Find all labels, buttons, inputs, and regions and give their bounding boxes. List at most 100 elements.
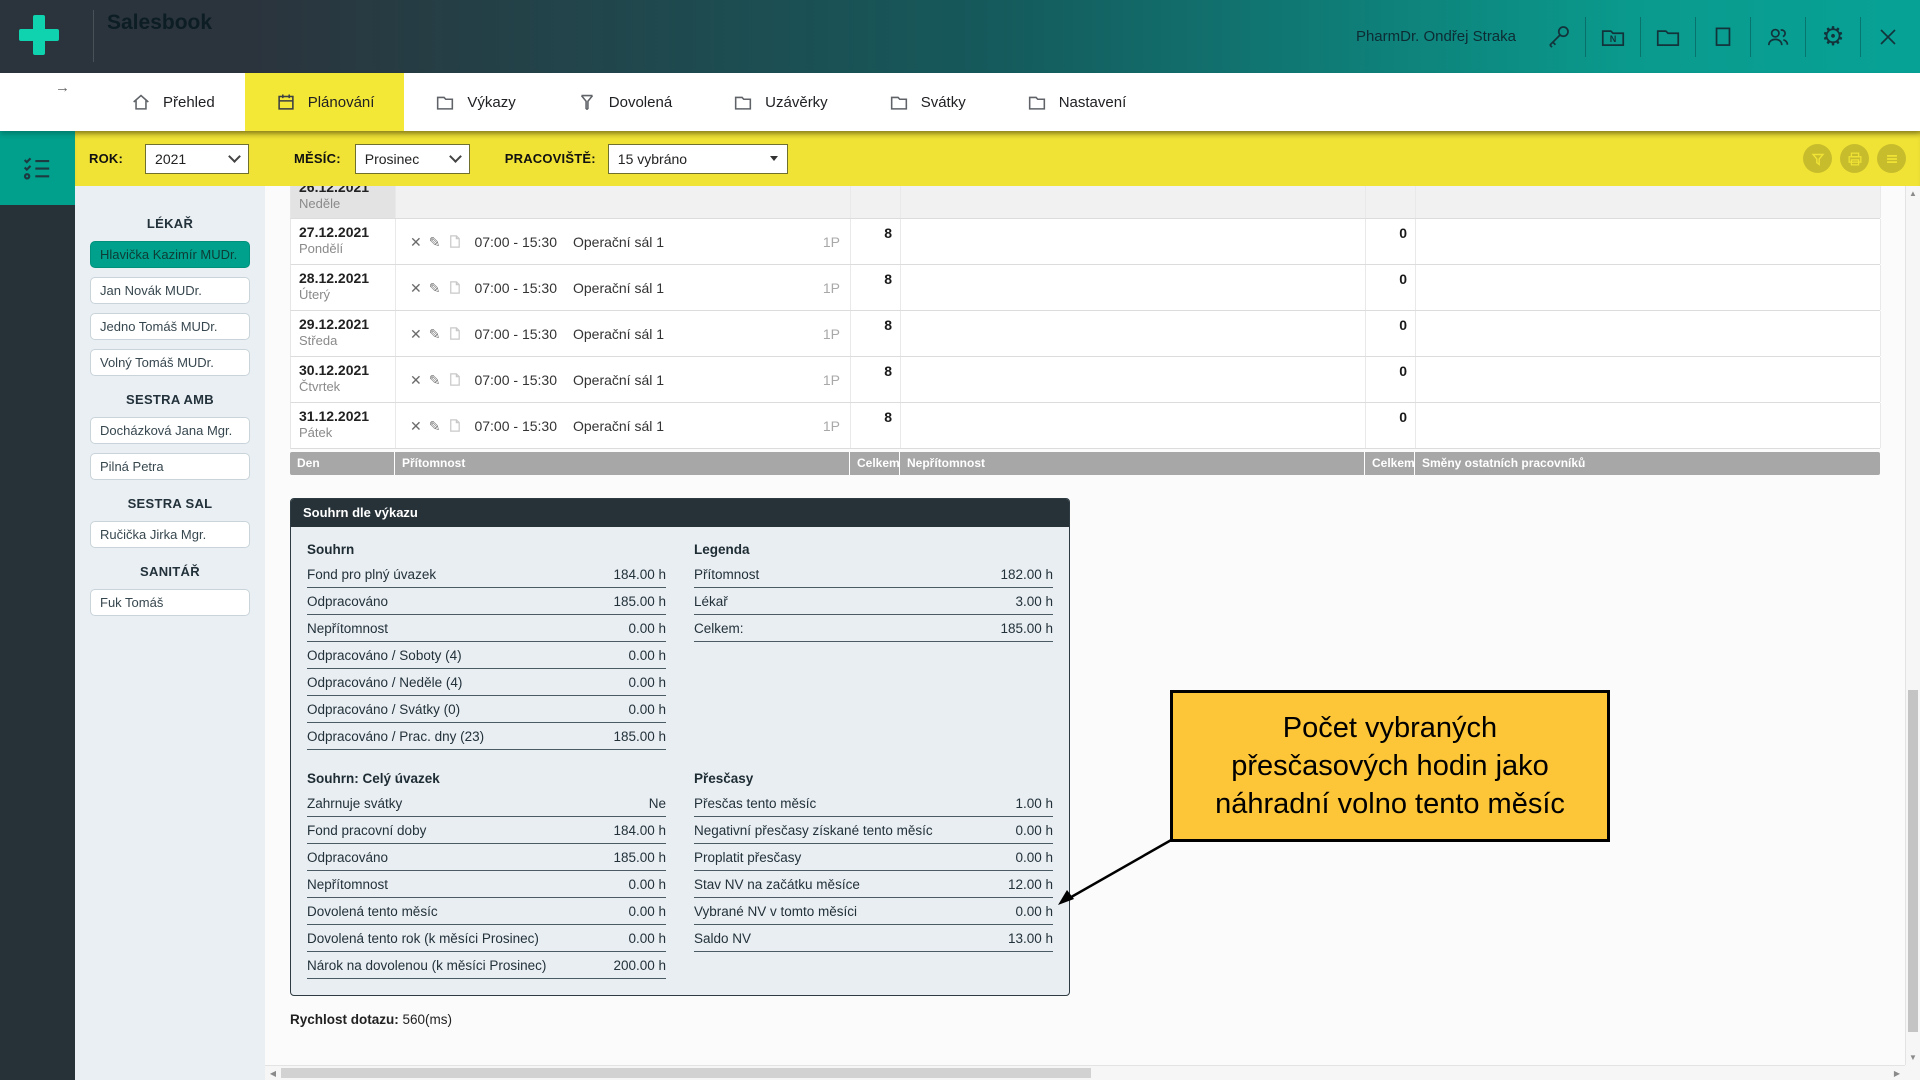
header-divider	[1805, 17, 1806, 57]
summary-panel: Souhrn dle výkazu Souhrn Fond pro plný ú…	[290, 498, 1070, 996]
row-day: Neděle	[299, 196, 387, 212]
notes-folder-button[interactable]: N	[1591, 15, 1635, 59]
shift-place: Operační sál 1	[573, 372, 664, 388]
menu-button[interactable]	[1877, 144, 1906, 173]
edit-shift-icon[interactable]: ✎	[429, 373, 441, 387]
header-actions: PharmDr. Ondřej Straka N	[1356, 0, 1910, 73]
copy-shift-icon[interactable]	[447, 418, 462, 433]
folder-button[interactable]	[1646, 15, 1690, 59]
edit-shift-icon[interactable]: ✎	[429, 327, 441, 341]
other-shifts-cell	[1416, 219, 1881, 264]
sidebar-item-person[interactable]: Jan Novák MUDr.	[90, 277, 250, 304]
scroll-down-arrow[interactable]: ▼	[1906, 1053, 1920, 1062]
delete-shift-icon[interactable]: ✕	[410, 235, 422, 249]
key-button[interactable]	[1536, 15, 1580, 59]
forward-arrow-icon[interactable]: →	[55, 79, 70, 96]
users-icon	[1764, 23, 1792, 51]
row-day: Pátek	[299, 425, 387, 441]
gear-icon: ⚙	[1821, 24, 1844, 50]
tab-vykazy[interactable]: Výkazy	[404, 73, 545, 131]
print-button[interactable]	[1840, 144, 1869, 173]
header-divider	[1860, 17, 1861, 57]
tab-dovolena[interactable]: Dovolená	[546, 73, 702, 131]
sidebar-item-person[interactable]: Jedno Tomáš MUDr.	[90, 313, 250, 340]
chevron-down-icon	[449, 150, 462, 163]
edit-shift-icon[interactable]: ✎	[429, 281, 441, 295]
page-icon	[1709, 23, 1737, 51]
page-button[interactable]	[1701, 15, 1745, 59]
row-day: Pondělí	[299, 241, 387, 257]
day-cell: 26.12.2021 Neděle	[291, 186, 396, 218]
summary-row: Vybrané NV v tomto měsíci 0.00 h	[694, 898, 1053, 925]
summary-body: Souhrn Fond pro plný úvazek 184.00 h Odp…	[291, 527, 1069, 995]
sidebar-item-person[interactable]: Volný Tomáš MUDr.	[90, 349, 250, 376]
presence-total: 8	[851, 403, 901, 448]
copy-shift-icon[interactable]	[447, 372, 462, 387]
scroll-right-arrow[interactable]: ▶	[1891, 1069, 1903, 1078]
header-divider	[1695, 17, 1696, 57]
scroll-left-arrow[interactable]: ◀	[267, 1069, 279, 1078]
filter-bar-actions	[1803, 144, 1906, 173]
footer-column-label: Celkem	[1365, 452, 1415, 475]
shift-tag: 1P	[823, 280, 840, 296]
filter-funnel-button[interactable]	[1803, 144, 1832, 173]
close-icon	[1875, 24, 1901, 50]
month-select[interactable]: Prosinec	[355, 144, 470, 174]
svg-text:N: N	[1610, 33, 1617, 43]
delete-shift-icon[interactable]: ✕	[410, 281, 422, 295]
shift-tag: 1P	[823, 234, 840, 250]
sidebar-item-person[interactable]: Ručička Jirka Mgr.	[90, 521, 250, 548]
tab-prehled[interactable]: Přehled	[100, 73, 245, 131]
absence-cell	[901, 357, 1366, 402]
horizontal-scroll-thumb[interactable]	[281, 1068, 1091, 1078]
scroll-up-arrow[interactable]: ▲	[1906, 189, 1920, 198]
copy-shift-icon[interactable]	[447, 326, 462, 341]
vertical-scrollbar[interactable]: ▲ ▼	[1905, 186, 1920, 1065]
edit-shift-icon[interactable]: ✎	[429, 419, 441, 433]
vertical-scroll-thumb[interactable]	[1908, 690, 1918, 1032]
copy-shift-icon[interactable]	[447, 234, 462, 249]
day-cell: 28.12.2021 Úterý	[291, 265, 396, 310]
app-title: Salesbook	[107, 11, 212, 35]
users-button[interactable]	[1756, 15, 1800, 59]
presence-cell: ✕ ✎ 07:00 - 15:30 Operační sál 1 1P	[396, 265, 851, 310]
staff-list-toggle[interactable]	[0, 131, 75, 205]
other-shifts-cell	[1416, 357, 1881, 402]
day-cell: 27.12.2021 Pondělí	[291, 219, 396, 264]
tab-planovani[interactable]: Plánování	[245, 73, 405, 131]
summary-row: Lékař 3.00 h	[694, 588, 1053, 615]
tab-nastaveni[interactable]: Nastavení	[996, 73, 1157, 131]
row-date: 30.12.2021	[299, 362, 387, 379]
absence-cell	[901, 311, 1366, 356]
absence-cell	[901, 219, 1366, 264]
workplace-select[interactable]: 15 vybráno	[608, 144, 788, 174]
table-footer-header: DenPřítomnostCelkemNepřítomnostCelkemSmě…	[290, 452, 1880, 475]
absence-total: 0	[1366, 219, 1416, 264]
delete-shift-icon[interactable]: ✕	[410, 419, 422, 433]
sidebar-item-person[interactable]: Fuk Tomáš	[90, 589, 250, 616]
sidebar-item-person[interactable]: Hlavička Kazimír MUDr.	[90, 241, 250, 268]
row-day: Úterý	[299, 287, 387, 303]
edit-shift-icon[interactable]: ✎	[429, 235, 441, 249]
delete-shift-icon[interactable]: ✕	[410, 327, 422, 341]
settings-button[interactable]: ⚙	[1811, 15, 1855, 59]
presence-cell: ✕ ✎ 07:00 - 15:30 Operační sál 1 1P	[396, 357, 851, 402]
row-date: 31.12.2021	[299, 408, 387, 425]
delete-shift-icon[interactable]: ✕	[410, 373, 422, 387]
sidebar-item-person[interactable]: Docházková Jana Mgr.	[90, 417, 250, 444]
folder-icon	[1654, 23, 1682, 51]
year-select[interactable]: 2021	[145, 144, 249, 174]
presence-total: 8	[851, 311, 901, 356]
row-date: 28.12.2021	[299, 270, 387, 287]
row-date: 29.12.2021	[299, 316, 387, 333]
summary-row: Odpracováno 185.00 h	[307, 844, 666, 871]
horizontal-scrollbar[interactable]: ◀ ▶	[265, 1065, 1905, 1080]
sidebar-item-person[interactable]: Pilná Petra	[90, 453, 250, 480]
close-app-button[interactable]	[1866, 15, 1910, 59]
tab-uzaverky[interactable]: Uzávěrky	[702, 73, 858, 131]
tab-svatky[interactable]: Svátky	[858, 73, 996, 131]
shift-tag: 1P	[823, 372, 840, 388]
copy-shift-icon[interactable]	[447, 280, 462, 295]
summary-section-prescasy: Přesčasy Přesčas tento měsíc 1.00 h Nega…	[694, 768, 1053, 979]
printer-icon	[1846, 150, 1864, 168]
